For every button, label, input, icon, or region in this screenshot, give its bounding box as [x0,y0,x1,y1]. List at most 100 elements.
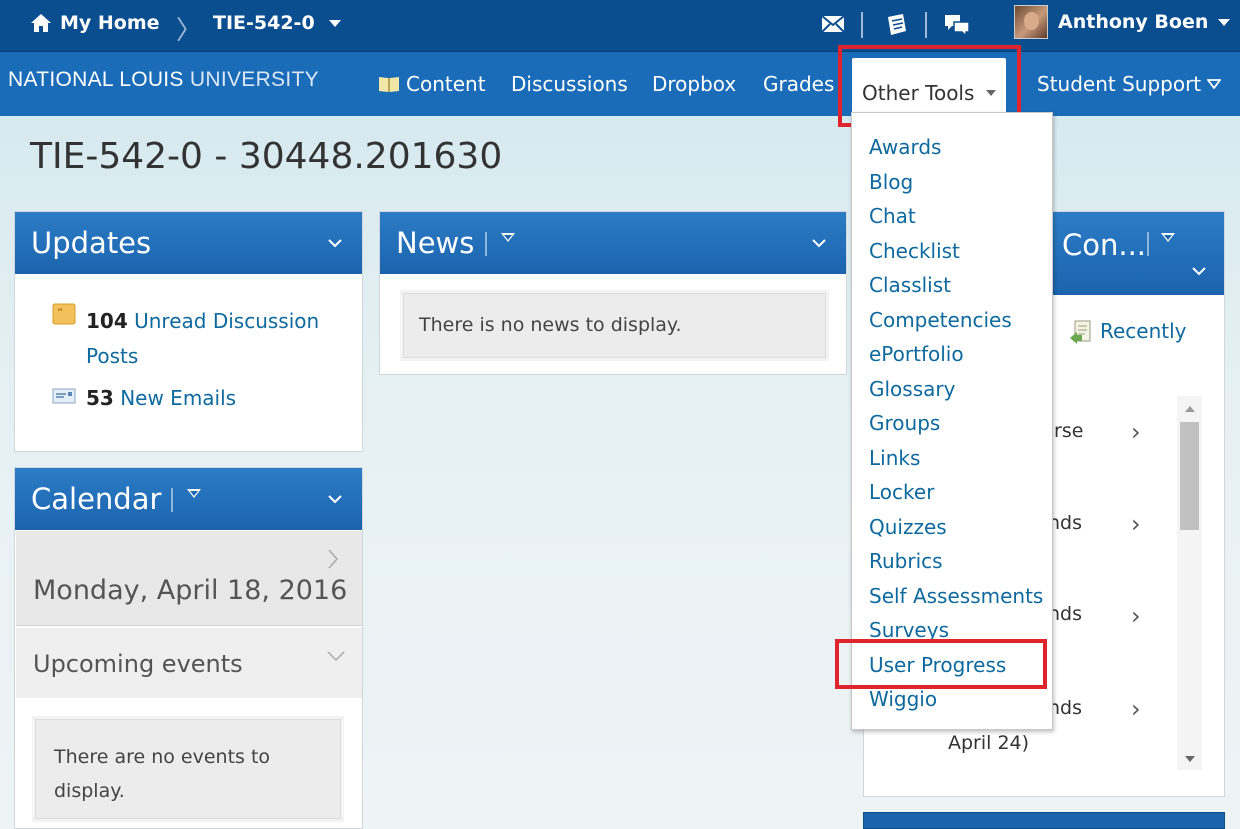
menu-item-rubrics[interactable]: Rubrics [869,547,1043,582]
other-tools-menu: Awards Blog Chat Checklist Classlist Competen… [869,133,1043,720]
content-row-text: April 24) [948,732,1030,754]
content-row-text: nds [1048,603,1083,625]
chevron-down-icon[interactable] [1192,264,1206,278]
menu-item-eportfolio[interactable]: ePortfolio [869,340,1043,375]
nav-content-label: Content [406,72,486,96]
nav-student-support[interactable]: Student Support [1037,72,1222,96]
separator [861,12,863,38]
caret-down-icon [328,19,341,27]
updates-title: Updates [31,226,152,260]
caret-down-icon [1218,18,1231,26]
menu-item-glossary[interactable]: Glossary [869,375,1043,410]
recently-icon [1070,320,1091,344]
chevron-right-icon[interactable]: › [1131,510,1141,538]
unread-discussion-link[interactable]: Unread Discussion [134,309,319,333]
content-row-text: nds [1048,512,1083,534]
menu-item-self-assessments[interactable]: Self Assessments [869,582,1043,617]
unread-discussions: 104 Unread Discussion Posts [86,304,319,374]
menu-item-blog[interactable]: Blog [869,168,1043,203]
my-home-label: My Home [60,12,160,34]
menu-item-user-progress[interactable]: User Progress [869,651,1043,686]
unread-discussion-link-2[interactable]: Posts [86,344,138,368]
scroll-up-icon[interactable] [1185,406,1195,412]
options-caret-icon[interactable] [1161,233,1175,242]
menu-item-links[interactable]: Links [869,444,1043,479]
chevron-down-icon[interactable] [328,492,342,506]
separator [925,12,927,38]
menu-item-chat[interactable]: Chat [869,202,1043,237]
nav-student-support-label: Student Support [1037,72,1202,96]
email-icon [52,388,76,404]
menu-item-classlist[interactable]: Classlist [869,271,1043,306]
events-empty-text: There are no events to display. [54,740,270,808]
recently-link[interactable]: Recently [1100,319,1187,343]
chevron-right-icon[interactable] [328,549,338,569]
updates-header: Updates [15,212,362,274]
brand-text: NATIONAL LOUIS [8,68,184,91]
email-count: 53 [86,386,114,410]
menu-item-quizzes[interactable]: Quizzes [869,513,1043,548]
menu-item-awards[interactable]: Awards [869,133,1043,168]
events-empty-box: There are no events to display. [32,716,344,822]
nav-content[interactable]: Content [378,72,486,96]
news-empty-text: There is no news to display. [419,314,682,336]
nav-dropbox[interactable]: Dropbox [652,72,736,96]
notebook-icon[interactable] [883,12,909,38]
menu-item-checklist[interactable]: Checklist [869,237,1043,272]
university-logo[interactable]: NATIONAL LOUIS UNIVERSITY [8,68,319,92]
nav-discussions[interactable]: Discussions [511,72,628,96]
caret-down-icon [1207,79,1222,89]
next-widget-header [863,812,1225,829]
menu-item-surveys[interactable]: Surveys [869,616,1043,651]
content-title: Con... [1062,228,1147,262]
scrollbar[interactable] [1177,396,1202,770]
news-widget: News There is no news to display. [379,211,847,375]
scroll-thumb[interactable] [1180,422,1199,530]
events-empty-line-1: There are no events to [54,746,271,768]
scroll-down-icon[interactable] [1185,756,1195,762]
chevron-right-icon[interactable]: › [1131,418,1141,446]
menu-item-groups[interactable]: Groups [869,409,1043,444]
upcoming-events-header[interactable]: Upcoming events [16,628,362,698]
options-caret-icon[interactable] [501,233,515,242]
nav-other-tools-label: Other Tools [862,81,975,105]
breadcrumb-chevron-icon: 〉 [176,16,203,46]
separator [1147,232,1149,256]
separator [485,232,487,256]
book-icon [379,77,399,92]
nav-grades[interactable]: Grades [763,72,834,96]
news-empty-box: There is no news to display. [400,290,829,361]
nav-grades-label: Grades [763,72,835,96]
calendar-date: Monday, April 18, 2016 [33,575,348,606]
svg-text:“: “ [57,306,63,320]
menu-item-competencies[interactable]: Competencies [869,306,1043,341]
options-caret-icon[interactable] [187,489,201,498]
menu-item-wiggio[interactable]: Wiggio [869,685,1043,720]
news-header: News [380,212,846,274]
chevron-right-icon[interactable]: › [1131,602,1141,630]
new-emails-link[interactable]: New Emails [120,386,236,410]
nav-discussions-label: Discussions [511,72,628,96]
mail-icon[interactable] [820,12,846,36]
chevron-down-icon[interactable] [328,236,342,250]
new-emails: 53 New Emails [86,386,236,410]
home-icon [31,14,51,32]
chevron-right-icon[interactable]: › [1131,695,1141,723]
chevron-down-icon[interactable] [812,236,826,250]
course-label: TIE-542-0 [213,12,315,34]
course-selector[interactable]: TIE-542-0 [213,12,341,34]
chat-icon[interactable] [943,12,971,38]
menu-item-locker[interactable]: Locker [869,478,1043,513]
my-home-link[interactable]: My Home [30,12,160,34]
upcoming-events-title: Upcoming events [33,650,243,678]
user-menu[interactable]: Anthony Boen [1014,5,1231,39]
separator [171,488,173,512]
discussion-count: 104 [86,309,128,333]
top-bar: My Home 〉 TIE-542-0 Anthony Boen [0,0,1240,52]
updates-widget: Updates “ 104 Unread Discussion Posts 53… [14,211,363,452]
calendar-header: Calendar [15,468,362,530]
discussion-icon: “ [52,303,76,325]
nav-other-tools[interactable]: Other Tools [852,58,1007,114]
content-row-text: nds [1048,697,1083,719]
chevron-down-icon[interactable] [327,650,345,662]
